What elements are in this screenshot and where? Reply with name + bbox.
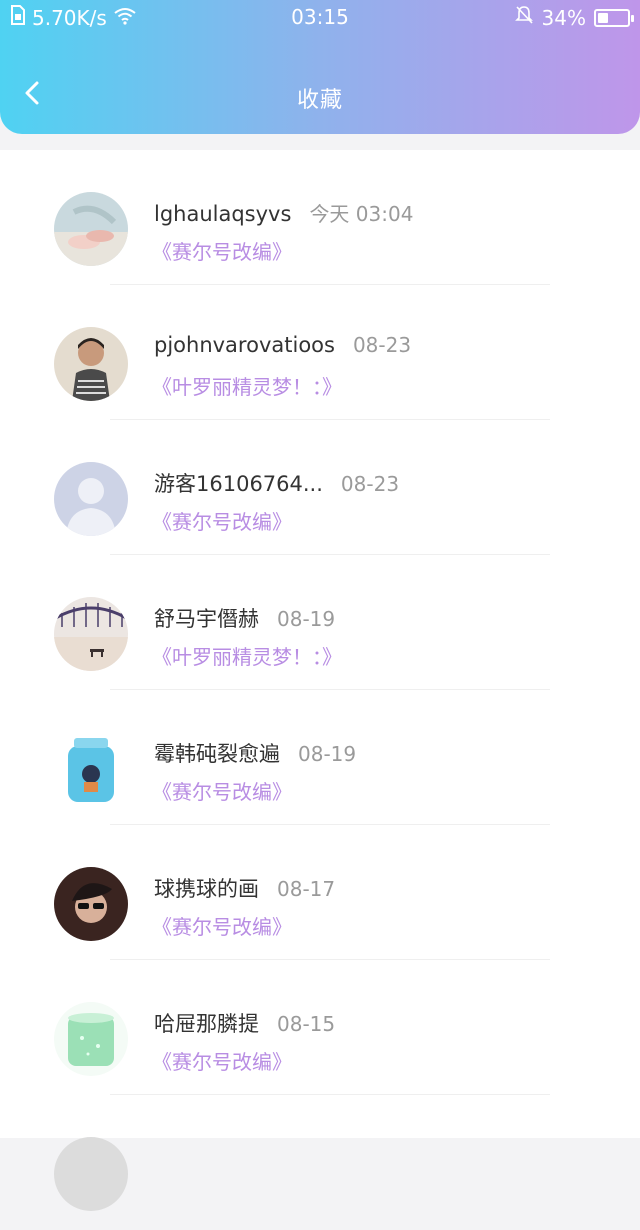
work-title[interactable]: 《赛尔号改编》 bbox=[152, 236, 292, 265]
page-title: 收藏 bbox=[296, 88, 343, 113]
name-line: 哈屉那膦提 08-15 bbox=[154, 1008, 335, 1038]
list-item[interactable]: 舒马宇僭赫 08-19 《叶罗丽精灵梦！：》 bbox=[0, 555, 640, 690]
favorite-date: 08-19 bbox=[298, 742, 357, 766]
work-title[interactable]: 《赛尔号改编》 bbox=[152, 1046, 292, 1075]
name-line: 舒马宇僭赫 08-19 bbox=[154, 603, 335, 633]
name-line: lghaulaqsyvs 今天 03:04 bbox=[154, 198, 413, 227]
status-bar: 5.70K/s 03:15 34% bbox=[0, 0, 640, 36]
work-title[interactable]: 《赛尔号改编》 bbox=[152, 506, 292, 535]
mute-bell-icon bbox=[514, 5, 534, 30]
user-name: 霉韩砘裂愈遍 bbox=[154, 742, 280, 766]
work-title[interactable]: 《赛尔号改编》 bbox=[152, 776, 292, 805]
user-name: 哈屉那膦提 bbox=[154, 1012, 259, 1036]
list-item[interactable]: lghaulaqsyvs 今天 03:04 《赛尔号改编》 bbox=[0, 150, 640, 285]
status-right: 34% bbox=[514, 5, 634, 30]
favorites-list: lghaulaqsyvs 今天 03:04 《赛尔号改编》 pjohnvarov… bbox=[0, 150, 640, 1211]
avatar[interactable] bbox=[54, 1137, 128, 1211]
nav-bar: 收藏 bbox=[0, 60, 640, 130]
avatar[interactable] bbox=[54, 327, 128, 401]
name-line: 球携球的画 08-17 bbox=[154, 873, 335, 903]
favorite-date: 08-23 bbox=[352, 333, 412, 357]
list-item[interactable]: 霉韩砘裂愈遍 08-19 《赛尔号改编》 bbox=[0, 690, 640, 825]
favorite-date: 08-15 bbox=[277, 1012, 336, 1036]
name-line: 游客16106764... 08-23 bbox=[154, 468, 399, 498]
list-item[interactable]: 哈屉那膦提 08-15 《赛尔号改编》 bbox=[0, 960, 640, 1095]
list-item[interactable]: pjohnvarovatioos 08-23 《叶罗丽精灵梦！：》 bbox=[0, 285, 640, 420]
favorite-date: 今天 03:04 bbox=[309, 202, 414, 226]
list-item[interactable]: 球携球的画 08-17 《赛尔号改编》 bbox=[0, 825, 640, 960]
user-name: 舒马宇僭赫 bbox=[154, 607, 259, 631]
avatar[interactable] bbox=[54, 1002, 128, 1076]
user-name: 游客16106764... bbox=[154, 472, 323, 496]
user-name: 球携球的画 bbox=[154, 877, 259, 901]
list-item[interactable] bbox=[0, 1095, 640, 1230]
favorite-date: 08-17 bbox=[277, 877, 336, 901]
avatar[interactable] bbox=[54, 867, 128, 941]
favorite-date: 08-23 bbox=[340, 472, 400, 496]
header-bar: 5.70K/s 03:15 34% 收藏 bbox=[0, 0, 640, 134]
name-line: pjohnvarovatioos 08-23 bbox=[154, 333, 411, 357]
work-title[interactable]: 《叶罗丽精灵梦！：》 bbox=[152, 641, 342, 670]
battery-fill bbox=[598, 12, 608, 23]
name-line: 霉韩砘裂愈遍 08-19 bbox=[154, 738, 356, 768]
work-title[interactable]: 《叶罗丽精灵梦！：》 bbox=[152, 371, 342, 400]
avatar[interactable] bbox=[54, 462, 128, 536]
battery-icon bbox=[594, 8, 634, 27]
user-name: pjohnvarovatioos bbox=[154, 333, 335, 357]
avatar[interactable] bbox=[54, 192, 128, 266]
avatar[interactable] bbox=[54, 597, 128, 671]
favorite-date: 08-19 bbox=[277, 607, 336, 631]
avatar[interactable] bbox=[54, 732, 128, 806]
work-title[interactable]: 《赛尔号改编》 bbox=[152, 911, 292, 940]
battery-percent: 34% bbox=[541, 5, 586, 30]
user-name: lghaulaqsyvs bbox=[154, 202, 292, 226]
list-item[interactable]: 游客16106764... 08-23 《赛尔号改编》 bbox=[0, 420, 640, 555]
